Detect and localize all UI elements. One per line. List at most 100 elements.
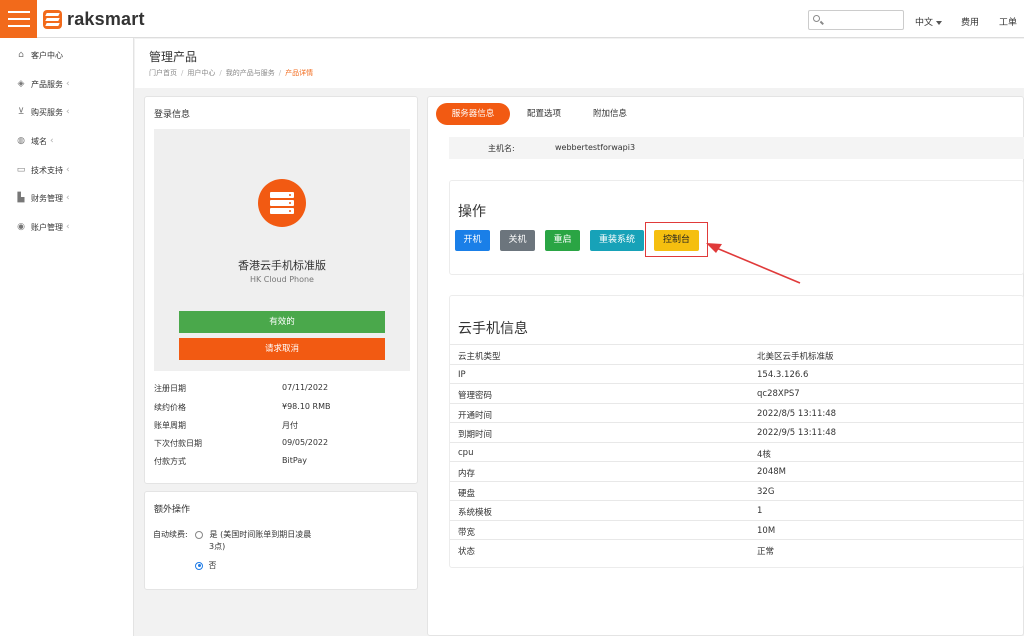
row-key: 状态 [458,547,476,557]
chevron-left-icon: ‹ [66,79,70,89]
cloud-phone-info-card: 云手机信息 云主机类型 北美区云手机标准版 IP 154.3.126.6 管理密码 q… [449,295,1024,568]
row-key: 管理密码 [458,391,493,401]
request-cancel-button[interactable]: 请求取消 [179,338,385,360]
breadcrumb-home[interactable]: 门户首页 [149,69,177,77]
tab-server-info[interactable]: 服务器信息 [436,103,510,125]
sidebar-item-label: 财务管理 [31,193,63,203]
tickets-link[interactable]: 工单 [999,15,1017,28]
sidebar-item-label: 购买服务 [31,107,63,117]
login-info-card: 登录信息 香港云手机标准版 HK Cloud Phone 有效的 请求取消 注册… [144,96,418,484]
row-key: 系统模板 [458,508,493,518]
auto-renew-label: 自动续费: [153,530,188,539]
detail-key: 注册日期 [154,384,186,393]
row-value: 2048M [757,467,786,477]
page-title: 管理产品 [149,50,198,64]
card-title: 额外操作 [154,505,191,515]
hamburger-menu-icon[interactable] [0,0,37,38]
user-circle-icon: ◉ [17,221,25,232]
sidebar: ⌂ 客户中心 ◈ 产品服务 ‹ ⊻ 购买服务 ‹ ◍ 域名 ‹ ▭ 技术支持 ‹ ▙ 财务管理 ‹ ◉… [0,38,134,636]
detail-key: 账单周期 [154,421,186,430]
hostname-row: 主机名: webbertestforwapi3 [449,137,1024,159]
sidebar-item-domain[interactable]: ◍ 域名 ‹ [0,131,134,151]
row-key: 到期时间 [458,430,493,440]
logo-text: raksmart [67,9,145,29]
product-subtitle: HK Cloud Phone [250,275,314,284]
power-off-button[interactable]: 关机 [500,230,535,251]
radio-yes[interactable] [195,530,203,539]
product-box: 香港云手机标准版 HK Cloud Phone 有效的 请求取消 [154,129,410,371]
sidebar-item-support[interactable]: ▭ 技术支持 ‹ [0,160,134,180]
detail-row: 续约价格 ¥98.10 RMB [154,402,414,414]
chevron-left-icon: ‹ [66,107,70,117]
auto-renew-yes-option[interactable]: 是 (美国时间账单到期日凌晨 [195,529,311,540]
row-value: 32G [757,486,775,497]
language-label: 中文 [915,18,934,28]
reinstall-os-button[interactable]: 重装系统 [590,230,644,251]
product-name: 香港云手机标准版 [238,259,326,272]
row-key: 内存 [458,469,476,479]
table-row: 系统模板 1 [450,500,1024,520]
detail-row: 付款方式 BitPay [154,456,414,468]
row-key: 硬盘 [458,488,476,499]
table-row: 开通时间 2022/8/5 13:11:48 [450,402,1024,423]
row-value: 2022/9/5 13:11:48 [757,428,837,438]
sidebar-item-label: 产品服务 [31,79,63,89]
table-row: IP 154.3.126.6 [450,363,1024,384]
sidebar-item-label: 技术支持 [31,165,63,175]
table-row: 硬盘 32G [450,480,1024,501]
search-input[interactable] [824,13,902,27]
monitor-icon: ▭ [16,164,26,175]
power-on-button[interactable]: 开机 [455,230,490,251]
sidebar-item-account[interactable]: ◉ 账户管理 ‹ [0,217,134,237]
detail-key: 续约价格 [154,403,186,412]
table-row: cpu 4核 [450,441,1024,462]
table-row: 云主机类型 北美区云手机标准版 [450,344,1024,364]
breadcrumb-user-center[interactable]: 用户中心 [187,69,215,77]
highlight-box [645,222,708,257]
tab-config-options[interactable]: 配置选项 [518,103,570,125]
sidebar-item-label: 域名 [31,136,47,146]
globe-icon: ◍ [17,135,25,146]
auto-renew-no-option[interactable]: 否 [195,560,217,571]
cart-icon: ⊻ [17,106,25,117]
cloud-info-title: 云手机信息 [458,321,528,337]
briefcase-icon: ▙ [17,192,25,203]
breadcrumb-my-products[interactable]: 我的产品与服务 [226,69,275,77]
sidebar-item-products[interactable]: ◈ 产品服务 ‹ [0,74,134,94]
row-key: 开通时间 [458,410,493,421]
language-dropdown[interactable]: 中文 [915,15,943,28]
cube-icon: ◈ [17,78,25,89]
logo[interactable]: raksmart [43,9,145,30]
sidebar-item-finance[interactable]: ▙ 财务管理 ‹ [0,188,134,208]
sidebar-item-customer-center[interactable]: ⌂ 客户中心 [0,45,134,65]
row-key: 云主机类型 [458,352,501,362]
extra-operations-card: 额外操作 自动续费: 是 (美国时间账单到期日凌晨 3点) 否 [144,491,418,590]
home-icon: ⌂ [18,49,24,60]
table-row: 到期时间 2022/9/5 13:11:48 [450,422,1024,442]
table-row: 状态 正常 [450,539,1024,559]
detail-key: 付款方式 [154,457,186,466]
row-key: 带宽 [458,527,476,538]
breadcrumb: 门户首页 / 用户中心 / 我的产品与服务 / 产品详情 [149,69,314,77]
sidebar-item-purchase[interactable]: ⊻ 购买服务 ‹ [0,102,134,122]
hostname-value: webbertestforwapi3 [555,143,636,152]
tab-additional-info[interactable]: 附加信息 [584,103,636,125]
restart-button[interactable]: 重启 [545,230,580,251]
chevron-left-icon: ‹ [66,222,70,232]
sidebar-item-label: 账户管理 [31,222,63,232]
search-icon [813,15,820,22]
row-value: 正常 [757,547,775,557]
billing-link[interactable]: 费用 [961,15,979,28]
raksmart-logo-icon [43,10,62,29]
row-value: 北美区云手机标准版 [757,352,834,362]
option-yes-label: 是 (美国时间账单到期日凌晨 [209,530,312,539]
radio-no[interactable] [195,561,203,570]
search-box[interactable] [808,10,904,30]
row-key: IP [458,369,466,380]
detail-row: 下次付款日期 09/05/2022 [154,438,414,450]
table-row: 内存 2048M [450,461,1024,481]
annotation-arrow-icon [706,243,801,284]
status-active-button[interactable]: 有效的 [179,311,385,333]
option-no-label: 否 [208,561,217,570]
row-value: 4核 [757,449,771,460]
